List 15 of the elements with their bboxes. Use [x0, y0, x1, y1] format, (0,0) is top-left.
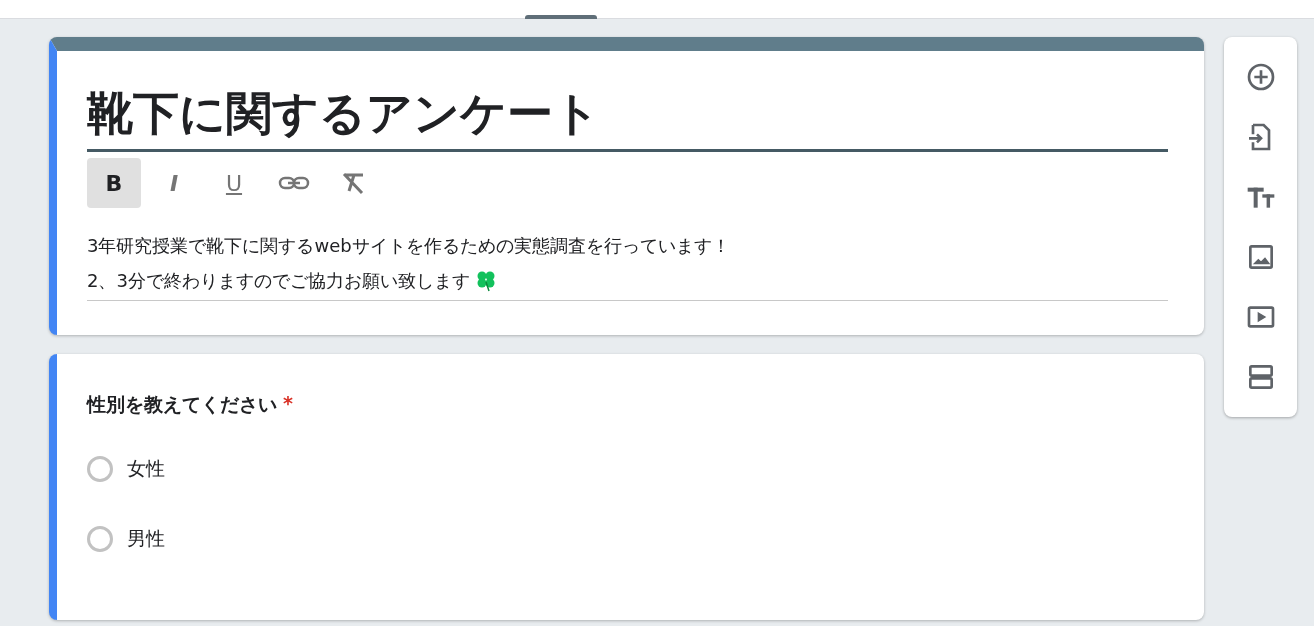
question-title: 性別を教えてください [87, 392, 277, 417]
italic-button[interactable]: I [147, 158, 201, 208]
option-label: 男性 [127, 526, 165, 551]
radio-button[interactable] [87, 526, 113, 552]
tab-indicator [525, 15, 597, 19]
required-mark: * [283, 392, 293, 414]
description-text: 3年研究授業で靴下に関するwebサイトを作るための実態調査を行っています！ [87, 234, 730, 258]
description-field[interactable]: 3年研究授業で靴下に関するwebサイトを作るための実態調査を行っています！ 2、3分で終わりますのでご協力お願い致します [87, 228, 1168, 301]
underline-button[interactable]: U [207, 158, 261, 208]
form-title[interactable]: 靴下に関するアンケート [87, 81, 1168, 152]
option-label: 女性 [127, 456, 165, 481]
radio-button[interactable] [87, 456, 113, 482]
bold-button[interactable]: B [87, 158, 141, 208]
description-text: 2、3分で終わりますのでご協力お願い致します [87, 269, 470, 293]
clover-icon [475, 269, 496, 292]
